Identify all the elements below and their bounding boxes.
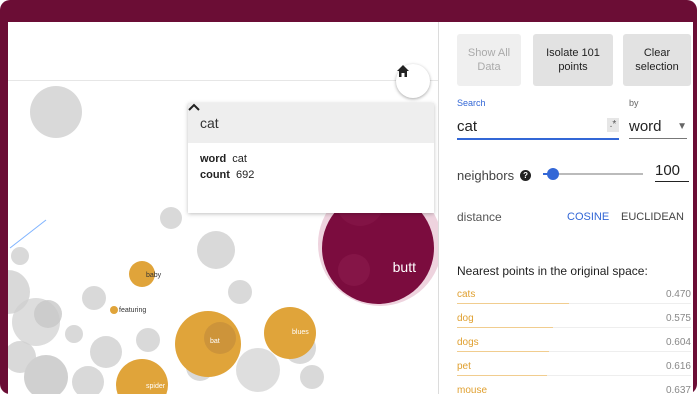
neighbor-point	[110, 306, 118, 314]
by-label: by	[629, 98, 639, 108]
point	[338, 254, 370, 286]
point	[160, 207, 182, 229]
search-input[interactable]	[457, 114, 619, 140]
point	[90, 336, 122, 368]
home-button[interactable]	[396, 64, 430, 98]
point	[11, 247, 29, 265]
point	[228, 280, 252, 304]
point	[30, 86, 82, 138]
point	[65, 325, 83, 343]
similarity-bar	[457, 351, 549, 352]
tooltip-title: cat	[200, 115, 219, 131]
similarity-bar	[457, 303, 569, 304]
search-by-select[interactable]: word ▼	[629, 114, 687, 139]
neighbors-label-group: neighbors ?	[457, 168, 532, 183]
point	[197, 231, 235, 269]
edge-line	[9, 219, 47, 249]
clear-selection-button[interactable]: Clear selection	[623, 34, 691, 86]
field-value: 692	[235, 169, 255, 181]
list-item[interactable]: dog 0.575	[457, 310, 691, 334]
distance-label: distance	[457, 210, 502, 224]
neighbor-word[interactable]: dogs	[457, 337, 479, 348]
list-item[interactable]: pet 0.616	[457, 358, 691, 382]
app-frame: butt baby featuring bat blues spider cat…	[0, 0, 697, 394]
projection-canvas[interactable]: butt baby featuring bat blues spider cat…	[8, 22, 438, 394]
point-tooltip: cat word cat count 692	[188, 103, 434, 213]
nearest-points-list: cats 0.470 dog 0.575 dogs 0.604 pet 0.61…	[457, 286, 691, 394]
top-bar	[0, 0, 697, 22]
tooltip-field: word cat	[200, 151, 422, 167]
neighbor-distance: 0.575	[665, 313, 691, 324]
slider-handle[interactable]	[547, 168, 559, 180]
neighbor-word[interactable]: cats	[457, 289, 475, 300]
point	[300, 365, 324, 389]
home-icon	[397, 65, 409, 77]
point-label: baby	[146, 272, 162, 279]
neighbor-distance: 0.604	[665, 337, 691, 348]
frame-border	[0, 22, 8, 394]
neighbor-distance: 0.470	[665, 289, 691, 300]
tooltip-header[interactable]: cat	[188, 103, 434, 143]
list-item[interactable]: cats 0.470	[457, 286, 691, 310]
inspector-panel: Show All Data Isolate 101 points Clear s…	[439, 22, 693, 394]
frame-border	[693, 22, 697, 394]
point	[236, 348, 280, 392]
point	[204, 322, 236, 354]
tooltip-field: count 692	[200, 167, 422, 183]
list-item[interactable]: dogs 0.604	[457, 334, 691, 358]
tooltip-body: word cat count 692	[188, 143, 434, 191]
by-select-value: word	[629, 117, 662, 135]
neighbor-word[interactable]: pet	[457, 361, 471, 372]
neighbor-distance: 0.616	[665, 361, 691, 372]
neighbor-word[interactable]: dog	[457, 313, 474, 324]
neighbor-word[interactable]: mouse	[457, 385, 487, 394]
field-key: word	[200, 153, 227, 165]
point	[72, 366, 104, 394]
point-label: butt	[393, 259, 416, 275]
field-key: count	[200, 169, 230, 181]
search-label: Search	[457, 98, 486, 108]
neighbors-label: neighbors	[457, 168, 515, 183]
point-label: featuring	[119, 307, 146, 314]
point-label: spider	[146, 383, 166, 390]
regex-toggle[interactable]: .*	[607, 118, 619, 132]
point	[136, 328, 160, 352]
point-label: blues	[292, 329, 309, 336]
similarity-bar	[457, 375, 547, 376]
field-value: cat	[232, 153, 247, 165]
help-icon[interactable]: ?	[520, 170, 532, 181]
show-all-data-button[interactable]: Show All Data	[457, 34, 521, 86]
distance-euclidean-option[interactable]: EUCLIDEAN	[621, 211, 684, 223]
list-item[interactable]: mouse 0.637	[457, 382, 691, 394]
chevron-up-icon[interactable]	[188, 103, 200, 111]
neighbors-slider[interactable]	[543, 168, 643, 180]
nearest-points-title: Nearest points in the original space:	[457, 264, 648, 278]
point	[82, 286, 106, 310]
point-label: bat	[210, 338, 220, 345]
similarity-bar	[457, 327, 553, 328]
neighbors-input[interactable]: 100	[655, 162, 689, 182]
isolate-points-button[interactable]: Isolate 101 points	[533, 34, 613, 86]
distance-cosine-option[interactable]: COSINE	[567, 211, 609, 223]
neighbor-distance: 0.637	[665, 385, 691, 394]
point	[34, 300, 62, 328]
caret-down-icon: ▼	[677, 120, 687, 132]
